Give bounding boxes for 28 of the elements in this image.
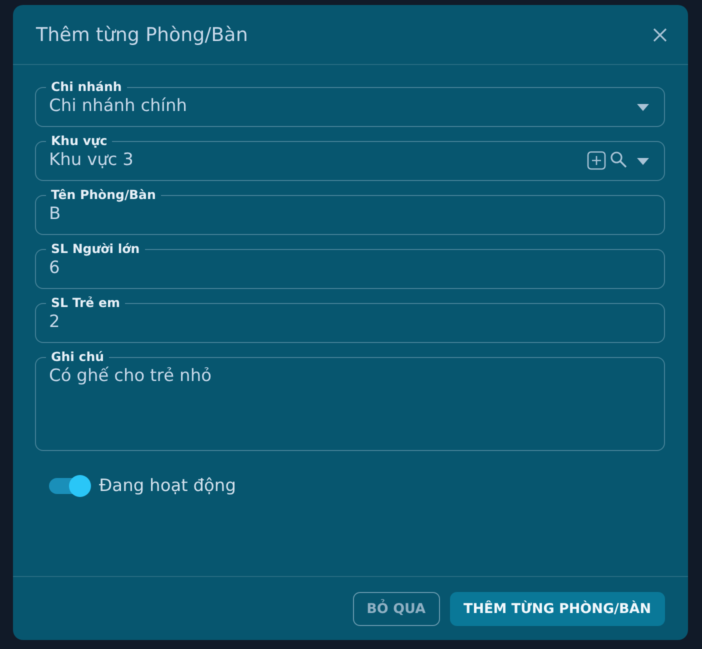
add-button[interactable]: THÊM TỪNG PHÒNG/BÀN: [450, 592, 665, 626]
field-label: SL Trẻ em: [50, 296, 121, 310]
caret-icon[interactable]: [637, 104, 649, 111]
toggle-switch[interactable]: [49, 478, 89, 494]
field-label: Ghi chú: [50, 350, 106, 364]
field-value: 6: [48, 257, 61, 280]
text-field[interactable]: SL Trẻ em 2: [35, 296, 665, 343]
field-value: B: [48, 203, 62, 226]
text-area[interactable]: Ghi chú Có ghế cho trẻ nhỏ: [35, 350, 665, 451]
cancel-button[interactable]: BỎ QUA: [352, 592, 440, 626]
select-field[interactable]: Khu vực Khu vực 3: [35, 134, 665, 181]
caret-icon[interactable]: [637, 158, 649, 165]
add-icon[interactable]: [587, 151, 606, 170]
dialog-title: Thêm từng Phòng/Bàn: [36, 24, 248, 46]
field-value: 2: [48, 311, 61, 334]
search-icon[interactable]: [610, 151, 627, 168]
field-value: Khu vực 3: [48, 149, 135, 172]
field-value: Có ghế cho trẻ nhỏ: [48, 365, 212, 388]
field-label: Chi nhánh: [50, 80, 123, 94]
field-label: SL Người lớn: [50, 242, 141, 256]
field-label: Khu vực: [50, 134, 108, 148]
text-field[interactable]: Tên Phòng/Bàn B: [35, 188, 665, 235]
select-field[interactable]: Chi nhánh Chi nhánh chính: [35, 80, 665, 127]
toggle-label: Đang hoạt động: [99, 476, 236, 496]
text-field[interactable]: SL Người lớn 6: [35, 242, 665, 289]
field-value: Chi nhánh chính: [48, 95, 188, 118]
close-icon[interactable]: [653, 28, 667, 42]
field-label: Tên Phòng/Bàn: [50, 188, 157, 202]
